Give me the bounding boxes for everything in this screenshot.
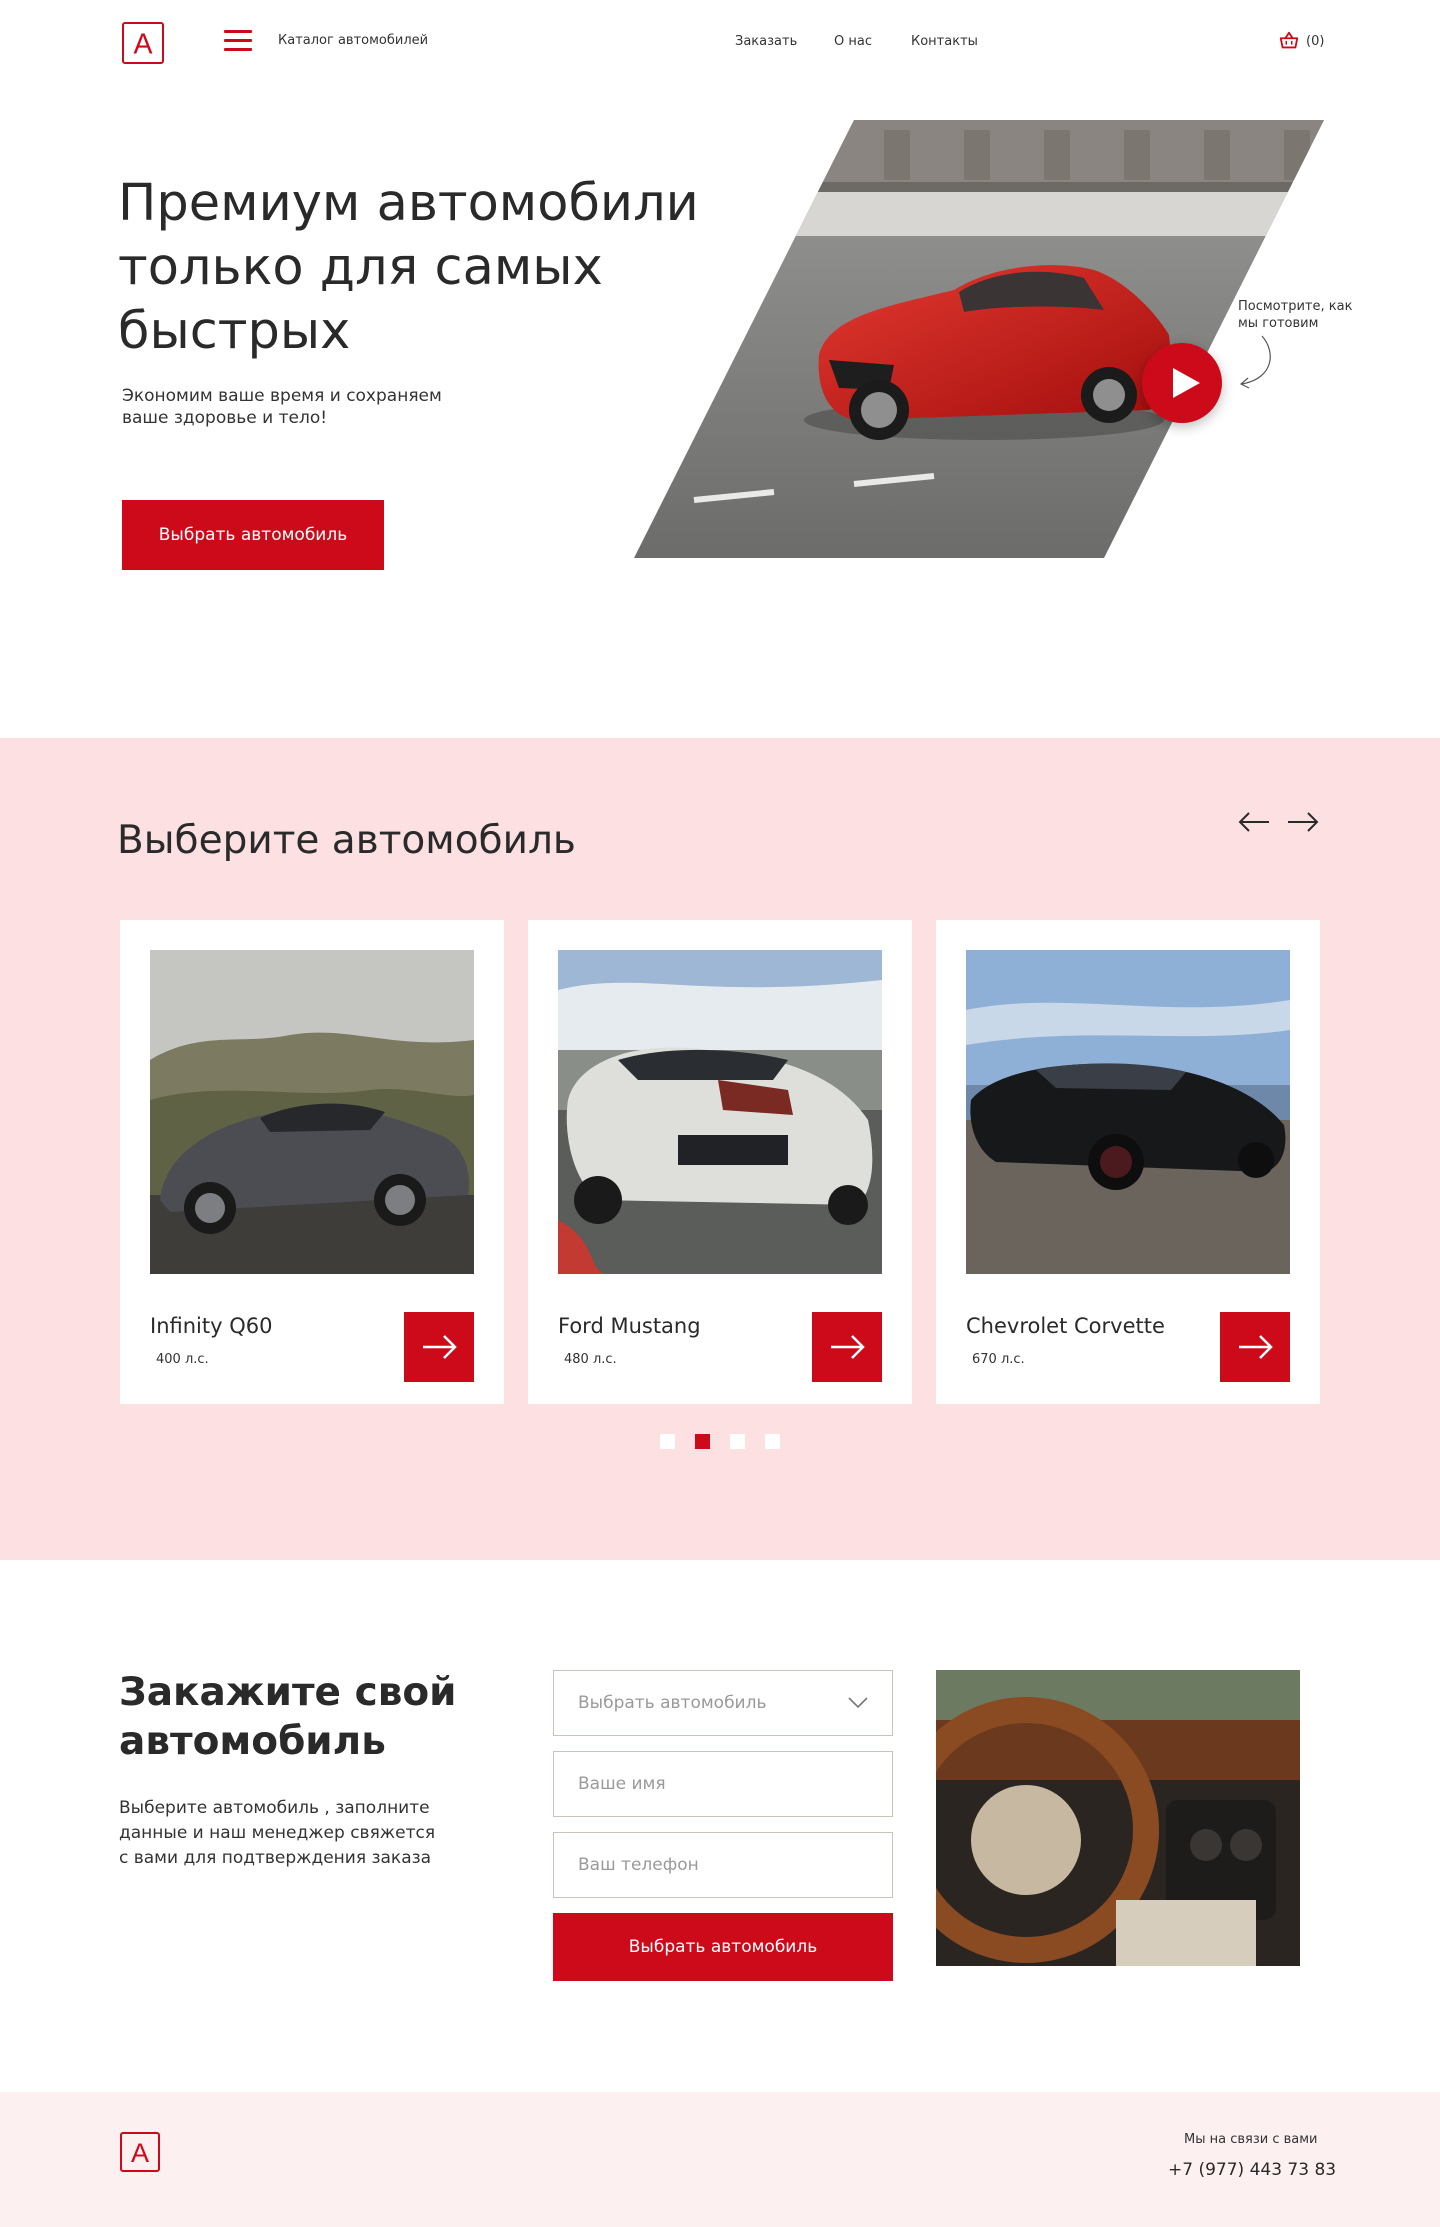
car-photo-corvette [966,950,1290,1274]
footer-logo[interactable]: А [120,2132,160,2172]
car-card: Ford Mustang 480 л.с. [528,920,912,1404]
car-name: Ford Mustang [558,1314,701,1338]
nav-about[interactable]: О нас [834,34,872,49]
name-input[interactable] [578,1774,868,1794]
logo[interactable]: А [122,22,164,64]
phone-link[interactable]: +7 (977) 443 73 83 [1168,2160,1336,2180]
pager-dot[interactable] [660,1434,675,1449]
arrow-right-icon [831,1335,865,1359]
cart-count: (0) [1306,33,1325,49]
logo-a-icon: А [131,2138,149,2168]
car-card: Infinity Q60 400 л.с. [120,920,504,1404]
open-car-button[interactable] [812,1312,882,1382]
car-photo-infinity [150,950,474,1274]
car-card: Chevrolet Corvette 670 л.с. [936,920,1320,1404]
arrow-right-icon [423,1335,457,1359]
hero-subtitle: Экономим ваше время и сохраняем ваше здо… [122,386,442,428]
car-power: 670 л.с. [972,1352,1025,1367]
open-car-button[interactable] [1220,1312,1290,1382]
basket-icon [1279,31,1299,49]
play-icon [1173,368,1200,398]
car-name: Chevrolet Corvette [966,1314,1165,1338]
site-header: А Каталог автомобилей Заказать О нас Кон… [0,0,1440,88]
phone-field[interactable] [553,1832,893,1898]
contact-label: Мы на связи с вами [1184,2132,1318,2147]
pager-dot[interactable] [730,1434,745,1449]
car-photo-mustang [558,950,882,1274]
car-interior-photo [936,1670,1300,1966]
catalog-link[interactable]: Каталог автомобилей [278,33,428,48]
video-note: Посмотрите, как мы готовим [1238,299,1353,331]
slider-prev-arrow-icon[interactable] [1237,811,1271,833]
order-title: Закажите свой автомобиль [119,1670,457,1764]
play-video-button[interactable] [1142,343,1222,423]
car-name: Infinity Q60 [150,1314,273,1338]
pager-dot[interactable] [765,1434,780,1449]
arrow-right-icon [1239,1335,1273,1359]
slider-pagination [660,1434,780,1449]
curved-arrow-icon [1239,335,1271,389]
car-select[interactable]: Выбрать автомобиль [553,1670,893,1736]
order-submit-button[interactable]: Выбрать автомобиль [553,1913,893,1981]
site-footer: А Мы на связи с вами +7 (977) 443 73 83 [0,2092,1440,2227]
name-field[interactable] [553,1751,893,1817]
section-title: Выберите автомобиль [117,818,576,863]
car-power: 480 л.с. [564,1352,617,1367]
pager-dot-active[interactable] [695,1434,710,1449]
choose-car-section: Выберите автомобиль Infinity Q60 400 л.с… [0,738,1440,1560]
chevron-down-icon [848,1697,868,1709]
choose-car-button[interactable]: Выбрать автомобиль [122,500,384,570]
car-select-value: Выбрать автомобиль [578,1693,767,1713]
slider-next-arrow-icon[interactable] [1286,811,1320,833]
nav-contacts[interactable]: Контакты [911,34,978,49]
svg-text:А: А [131,2138,149,2168]
nav-order[interactable]: Заказать [735,34,797,49]
phone-input[interactable] [578,1855,868,1875]
open-car-button[interactable] [404,1312,474,1382]
car-power: 400 л.с. [156,1352,209,1367]
logo-a-icon: А [133,28,152,60]
svg-text:А: А [133,28,152,60]
hero-car-image [634,120,1324,558]
cart-button[interactable]: (0) [1278,30,1324,52]
order-description: Выберите автомобиль , заполните данные и… [119,1798,436,1868]
menu-burger-icon[interactable] [224,30,252,52]
